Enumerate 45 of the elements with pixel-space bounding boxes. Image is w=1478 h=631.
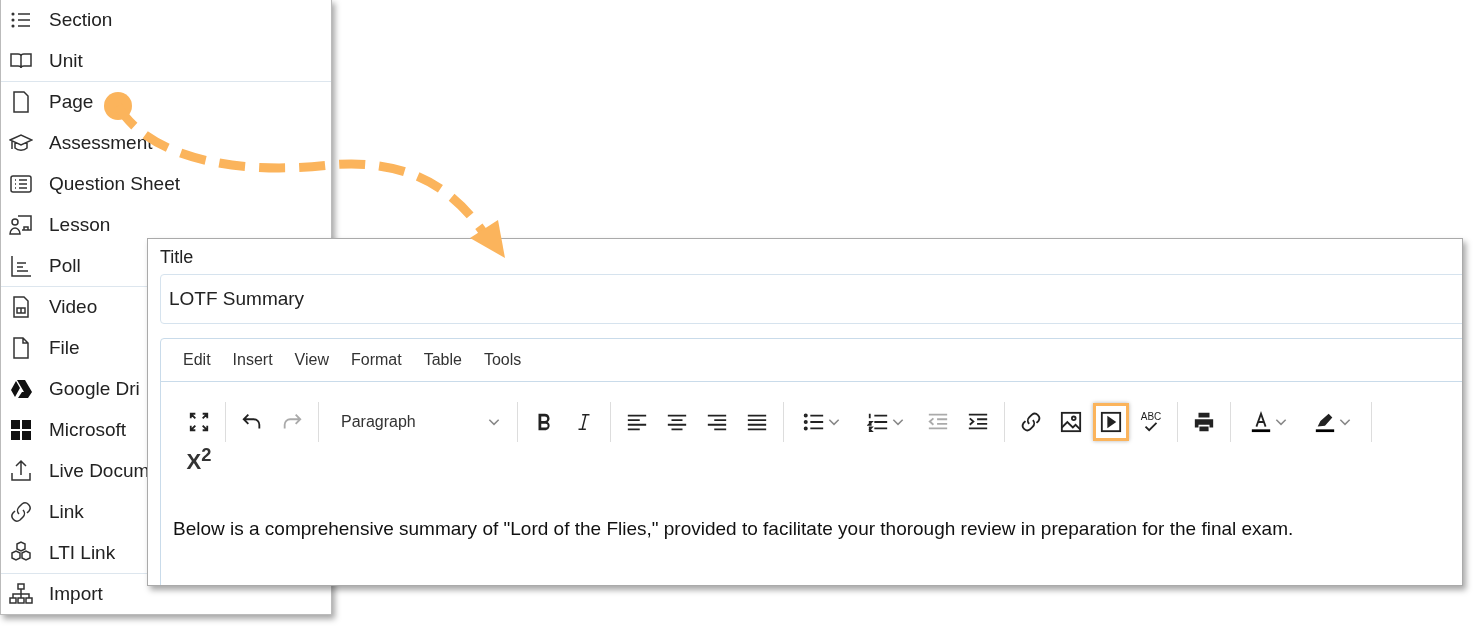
menu-item[interactable]: Live Docum [1, 461, 150, 481]
link-icon [9, 500, 33, 524]
menu-item[interactable]: File [1, 338, 80, 358]
menu-button[interactable]: Tools [473, 347, 532, 373]
upload-icon [9, 459, 33, 483]
menu-item[interactable]: Assessment [1, 133, 153, 153]
menu-button[interactable]: View [284, 347, 339, 373]
list-sheet-icon [9, 172, 33, 196]
menu-item[interactable]: Link [1, 502, 84, 522]
menu-button[interactable]: Table [413, 347, 472, 373]
person-board-icon [9, 213, 33, 237]
menu-item[interactable]: Import [1, 584, 103, 604]
hierarchy-icon [9, 582, 33, 606]
menu-item[interactable]: Google Dri [1, 379, 140, 399]
menu-item[interactable]: LTI Link [1, 543, 116, 563]
media-icon [1100, 411, 1122, 433]
chart-icon [9, 254, 33, 278]
menu-item[interactable]: Video [1, 297, 98, 317]
menu-item[interactable]: Microsoft [1, 420, 127, 440]
print-icon [1193, 411, 1215, 433]
menu-item[interactable]: Poll [1, 256, 81, 276]
fullscreen-icon [188, 411, 210, 433]
numbers-icon [867, 411, 889, 433]
menu-button[interactable]: Insert [222, 347, 283, 373]
spellcheck-label: ABC [1140, 411, 1162, 422]
format-dropdown[interactable]: Paragraph [327, 413, 509, 431]
title-field[interactable]: LOTF Summary [160, 274, 1462, 324]
link-icon [1020, 411, 1042, 433]
menu-button[interactable]: Edit [173, 347, 221, 373]
menu-item[interactable]: Page [1, 92, 94, 112]
image-icon [1060, 411, 1082, 433]
bullets-icon [803, 411, 825, 433]
grid-logo-icon [9, 418, 33, 442]
superscript-button[interactable]: X$^{2}$ [181, 441, 217, 479]
body-text: Below is a comprehensive summary of "Lord of the Flies," provided to facilitate your thorough review in preparation for the final exam. [173, 518, 1295, 540]
media-button[interactable] [1093, 403, 1129, 441]
highlight-icon [1314, 411, 1336, 433]
menu-item[interactable]: Question Sheet [1, 174, 180, 194]
menu-button[interactable]: Format [341, 347, 412, 373]
text-color-icon [1250, 411, 1272, 433]
menu-item[interactable]: Unit [1, 51, 83, 71]
menu-item[interactable]: Section [1, 10, 113, 30]
title-label: Title [160, 247, 195, 268]
menu-item[interactable]: Lesson [1, 215, 111, 235]
spellcheck-button[interactable]: ABC [1133, 403, 1169, 441]
